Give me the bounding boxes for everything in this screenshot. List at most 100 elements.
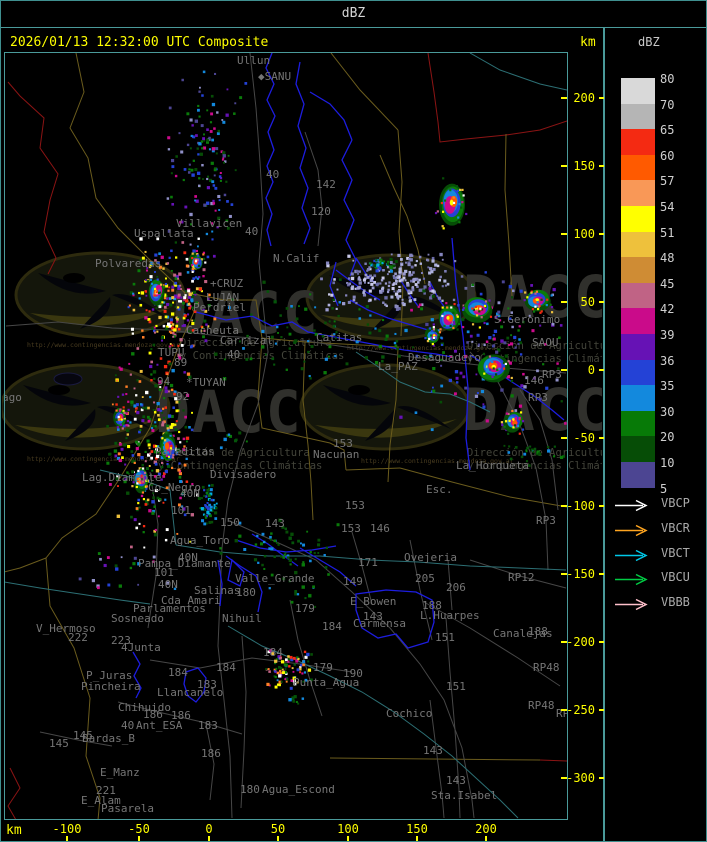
map-place-label: +CRUZ [210, 277, 243, 290]
legend-row: VBCU [613, 570, 690, 586]
map-place-label: RP3 [528, 391, 548, 404]
right-axis-tick-label: 100 [573, 227, 595, 241]
map-place-label: 40 [245, 225, 258, 238]
map-place-label: 143 [423, 744, 443, 757]
vector-arrow-icon [615, 599, 648, 611]
map-place-label: *TUYAN [186, 376, 226, 389]
map-place-label: Uspallata [134, 227, 194, 240]
colorbar-value-label: 57 [660, 174, 675, 189]
echo-cluster [288, 695, 305, 705]
bottom-axis-unit-label: km [6, 823, 22, 838]
map-place-label: Sta.Isabel [431, 789, 497, 802]
map-place-label: Pampa_Diamante [138, 557, 231, 570]
legend-item-label: VBBB [661, 595, 690, 610]
map-place-label: 40N [180, 487, 200, 500]
bottom-axis-tick-label: 50 [271, 822, 285, 836]
map-place-label: Pincheira [81, 680, 141, 693]
bottom-axis-tick-label: 0 [205, 822, 212, 836]
radar-map: DACCDACCDACCDACChttp://www.contingencias… [0, 27, 604, 842]
boundary-line [7, 81, 59, 275]
map-place-label: 94 [157, 375, 171, 388]
legend-item-label: VBCP [661, 496, 690, 510]
boundary-line [330, 53, 399, 131]
right-axis-tick-label: -50 [573, 431, 595, 445]
colorbar-band [621, 206, 655, 232]
map-place-label: RP3 [536, 514, 556, 527]
map-place-label: E_Bowen [350, 595, 396, 608]
map-place-label: RP3 [542, 368, 562, 381]
map-panel: DACCDACCDACCDACChttp://www.contingencias… [0, 27, 604, 842]
map-place-label: Perdriel [193, 301, 246, 314]
map-place-label: 150 [220, 516, 240, 529]
right-axis-tick-label: 50 [581, 295, 595, 309]
map-place-label: 222 [68, 631, 88, 644]
map-place-label: Esc. [426, 483, 453, 496]
boundary-line [427, 53, 567, 143]
map-place-label: 153 [341, 522, 361, 535]
map-place-label: 149 [343, 575, 363, 588]
legend-item-label: VBCR [661, 520, 690, 535]
map-place-label: Punta_Agua [293, 676, 359, 689]
map-place-label: 180 [240, 783, 260, 796]
colorbar-value-label: 30 [660, 404, 675, 419]
colorbar-value-label: 80 [660, 72, 675, 86]
map-place-label: RP12 [508, 571, 535, 584]
bottom-axis-tick-label: 150 [406, 822, 428, 836]
map-place-label: 92 [176, 390, 189, 403]
map-place-label: Desaguadero [408, 351, 481, 364]
boundary-line [539, 759, 567, 762]
map-place-label: Nihuil [222, 612, 262, 625]
map-place-label: Pareditas [155, 445, 215, 458]
map-place-label: 183 [197, 678, 217, 691]
page-title: dBZ [341, 6, 366, 21]
map-place-label: 183 [198, 719, 218, 732]
vector-arrow-icon [615, 549, 648, 561]
colorbar-band [621, 385, 655, 411]
colorbar-value-label: 42 [660, 302, 675, 317]
legend-row: VBCT [613, 546, 690, 561]
colorbar-band [621, 180, 655, 206]
right-axis-tick-label: -100 [566, 499, 595, 513]
map-place-label: 171 [358, 556, 378, 569]
colorbar-value-label: 45 [660, 276, 675, 291]
colorbar-value-label: 51 [660, 225, 675, 240]
colorbar-band [621, 334, 655, 360]
map-place-label: E_Manz [100, 766, 140, 779]
map-place-label: Agua_Escond [262, 783, 335, 796]
map-place-label: 146 [370, 522, 390, 535]
storm-cell [434, 177, 468, 230]
map-place-label: 101 [154, 566, 174, 579]
map-place-label: 89 [174, 356, 187, 369]
map-place-label: 188 [528, 625, 548, 638]
map-place-label: Valle_Grande [235, 572, 314, 585]
colorbar-band [621, 129, 655, 155]
map-place-label: RP48 [528, 699, 555, 712]
colorbar-band [621, 103, 655, 130]
map-place-label: N.Calif [273, 252, 319, 265]
bottom-axis-tick-label: -100 [53, 822, 82, 836]
colorbar-value-label: 70 [660, 97, 675, 112]
colorbar-value-label: 48 [660, 251, 675, 266]
river-line [295, 61, 311, 245]
map-place-label: Bardas_B [82, 732, 135, 745]
map-place-label: 40 [266, 168, 279, 181]
map-place-label: 120 [311, 205, 331, 218]
boundary-line [469, 53, 567, 91]
map-place-label: 179 [295, 602, 315, 615]
right-axis-unit-label: km [580, 35, 596, 50]
map-place-label: ◆SANU [258, 70, 291, 83]
colorbar-title: dBZ [638, 35, 660, 49]
map-place-label: 143 [363, 610, 383, 623]
colorbar-band [621, 78, 655, 104]
legend-row: VBCP [613, 496, 690, 512]
timestamp-label: 2026/01/13 12:32:00 UTC Composite [10, 35, 268, 50]
boundary-line [329, 757, 541, 761]
colorbar-band [621, 436, 655, 462]
right-axis-tick-label: 0 [588, 363, 595, 377]
map-place-label: 186 [201, 747, 221, 760]
colorbar-band [621, 359, 655, 386]
colorbar-band [621, 282, 655, 309]
right-axis-tick-label: 150 [573, 159, 595, 173]
legend-item-label: VBCU [661, 570, 690, 585]
vector-arrow-icon [615, 524, 648, 536]
